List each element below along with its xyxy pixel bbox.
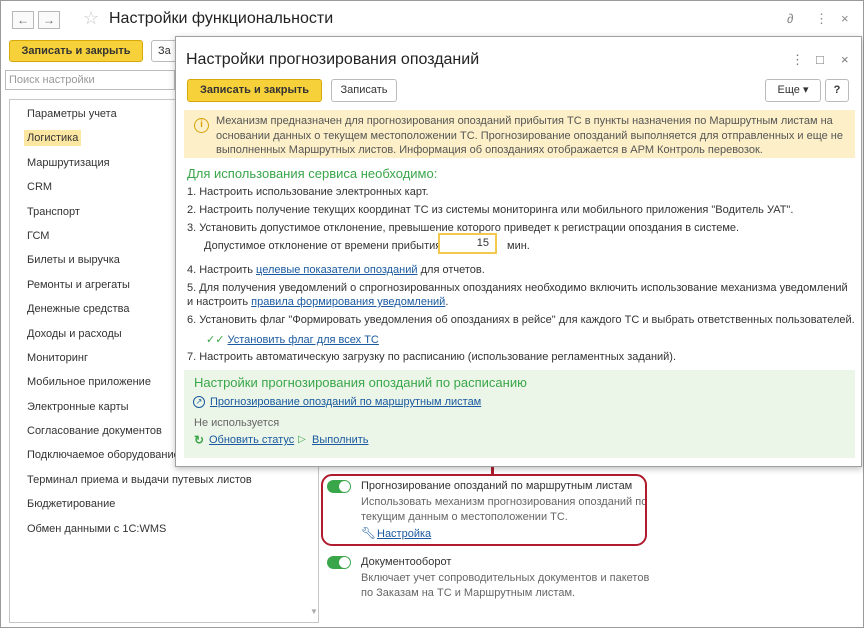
run-link[interactable]: Выполнить: [312, 434, 368, 446]
sidebar-item-label: Мобильное приложение: [27, 376, 151, 389]
step-7: 7. Настроить автоматическую загрузку по …: [187, 351, 677, 363]
dialog-save-and-close-button[interactable]: Записать и закрыть: [187, 79, 322, 102]
sidebar-item-label: Ремонты и агрегаты: [27, 278, 130, 291]
docflow-option-description: Включает учет сопроводительных документо…: [361, 571, 649, 601]
highlight-frame: [321, 474, 647, 546]
schedule-icon: ↗: [193, 396, 205, 408]
back-button[interactable]: ←: [12, 11, 34, 29]
set-flag-all-link[interactable]: Установить флаг для всех ТС: [228, 334, 379, 346]
deviation-unit: мин.: [507, 240, 530, 252]
step-5-prefix: и настроить: [187, 296, 252, 308]
step-6: 6. Установить флаг "Формировать уведомле…: [187, 314, 855, 326]
window-titlebar: ← → ☆ Настройки функциональности ∂ ⋮ ×: [1, 1, 863, 37]
sidebar-item-label: ГСМ: [27, 229, 50, 242]
sidebar-item-label: CRM: [27, 181, 53, 194]
docflow-toggle[interactable]: [327, 556, 351, 569]
scroll-down-icon[interactable]: ▼: [310, 607, 318, 616]
refresh-status-link[interactable]: Обновить статус: [209, 434, 294, 446]
sidebar-item-label: Маршрутизация: [27, 156, 110, 169]
maximize-icon[interactable]: □: [816, 52, 824, 67]
settings-search-input[interactable]: Поиск настройки: [5, 70, 175, 90]
save-and-close-button[interactable]: Записать и закрыть: [9, 40, 143, 62]
schedule-settings-panel: Настройки прогнозирования опозданий по р…: [184, 370, 855, 458]
schedule-status: Не используется: [194, 417, 280, 429]
back-arrow-icon: ←: [17, 13, 29, 27]
sidebar-item-label: Обмен данными с 1С:WMS: [27, 522, 167, 535]
sidebar-item-label: Параметры учета: [27, 108, 117, 120]
sidebar-item-label: Согласование документов: [27, 425, 162, 438]
sidebar-item-label: Мониторинг: [27, 351, 89, 364]
dialog-more-icon[interactable]: ⋮: [791, 52, 804, 68]
window-title: Настройки функциональности: [109, 10, 334, 27]
sidebar-item-label: Логистика: [24, 130, 82, 147]
docflow-option-title: Документооборот: [361, 556, 452, 568]
sidebar-item-label: Денежные средства: [27, 303, 130, 316]
refresh-icon: ↻: [194, 433, 205, 447]
step-2: 2. Настроить получение текущих координат…: [187, 204, 794, 216]
info-icon: i: [194, 118, 209, 133]
forward-arrow-icon: →: [43, 13, 55, 27]
deviation-label: Допустимое отклонение от времени прибыти…: [204, 240, 445, 252]
sidebar-item-label: Бюджетирование: [27, 498, 116, 511]
sidebar-item[interactable]: Бюджетирование: [27, 493, 252, 517]
help-button[interactable]: ?: [825, 79, 849, 102]
scheduled-job-link[interactable]: Прогнозирование опозданий по маршрутным …: [210, 396, 481, 408]
sidebar-item[interactable]: Терминал приема и выдачи путевых листов: [27, 469, 252, 493]
set-flag-row: ✓✓ Установить флаг для всех ТС: [206, 333, 379, 346]
close-icon[interactable]: ×: [841, 11, 849, 26]
sidebar-item[interactable]: Обмен данными с 1С:WMS: [27, 518, 252, 542]
deviation-input[interactable]: 15: [438, 233, 497, 254]
sidebar-item-label: Электронные карты: [27, 400, 129, 413]
step-1: 1. Настроить использование электронных к…: [187, 186, 429, 198]
docflow-desc-line1: Включает учет сопроводительных документо…: [361, 572, 650, 584]
dialog-title: Настройки прогнозирования опозданий: [186, 51, 480, 68]
info-message: i Механизм предназначен для прогнозирова…: [184, 110, 855, 158]
more-vertical-icon[interactable]: ⋮: [815, 11, 828, 27]
forward-button[interactable]: →: [38, 11, 60, 29]
sidebar-item-label: Подключаемое оборудование: [27, 449, 180, 462]
link-icon[interactable]: ∂: [787, 11, 793, 26]
schedule-heading: Настройки прогнозирования опозданий по р…: [194, 375, 527, 390]
requirements-heading: Для использования сервиса необходимо:: [187, 166, 438, 181]
target-indicators-link[interactable]: целевые показатели опозданий: [256, 264, 418, 276]
double-check-icon: ✓✓: [206, 334, 225, 346]
info-text: Механизм предназначен для прогнозировани…: [216, 115, 843, 156]
sidebar-item-label: Доходы и расходы: [27, 327, 122, 340]
sidebar-item-label: Билеты и выручка: [27, 254, 120, 267]
step-4-suffix: для отчетов.: [417, 264, 485, 276]
more-menu-button[interactable]: Еще ▾: [765, 79, 821, 102]
step-5-line1: 5. Для получения уведомлений о спрогнози…: [187, 282, 848, 294]
step-4-prefix: 4. Настроить: [187, 264, 257, 276]
dialog-save-button[interactable]: Записать: [331, 79, 397, 102]
sidebar-item-label: Терминал приема и выдачи путевых листов: [27, 473, 252, 486]
play-icon: ▷: [298, 434, 306, 445]
sidebar-item-label: Транспорт: [27, 205, 80, 218]
notification-rules-link[interactable]: правила формирования уведомлений: [251, 296, 445, 308]
step-4: 4. Настроить целевые показатели опоздани…: [187, 264, 485, 276]
docflow-desc-line2: по Заказам на ТС и Маршрутным листам.: [361, 587, 576, 599]
forecast-settings-dialog: Настройки прогнозирования опозданий ⋮ □ …: [175, 36, 862, 467]
dialog-close-icon[interactable]: ×: [841, 52, 849, 67]
step-5-suffix: .: [445, 296, 449, 308]
step-5-line2: и настроить правила формирования уведомл…: [187, 296, 448, 308]
star-icon[interactable]: ☆: [83, 8, 99, 28]
